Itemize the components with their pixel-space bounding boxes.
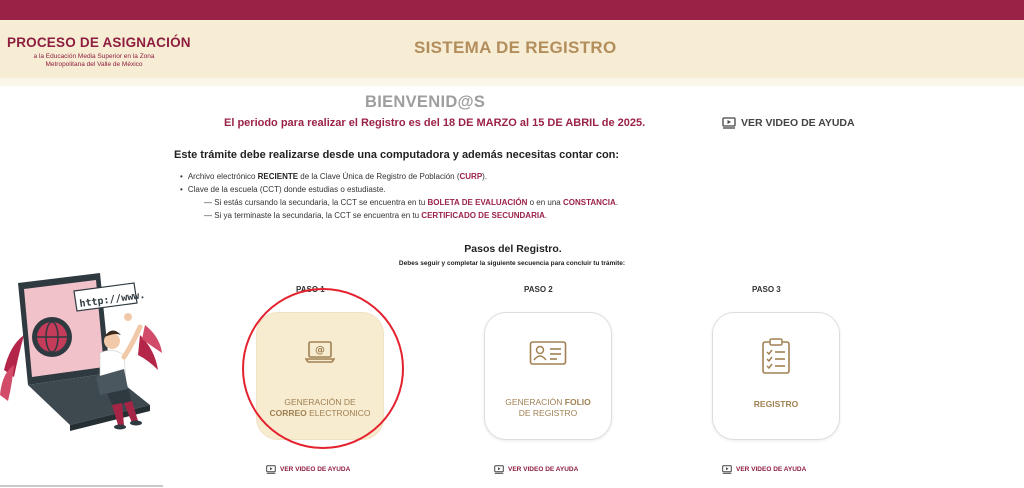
step-1-text: GENERACIÓN DE CORREO ELECTRONICO [269,397,371,418]
step-3-label: PASO 3 [752,285,781,294]
video-play-icon [494,465,504,474]
svg-text:@: @ [315,345,325,356]
video-play-icon [722,465,732,474]
requirements-notice: Este trámite debe realizarse desde una c… [174,149,620,161]
laptop-person-illustration: http://www. [0,273,162,431]
video-play-icon [266,465,276,474]
step-3-text: REGISTRO [753,399,799,409]
illustration-baseline [0,485,163,487]
help-video-link[interactable]: VER VIDEO DE AYUDA [722,117,855,129]
step-3-help-link[interactable]: VER VIDEO DE AYUDA [722,465,806,474]
top-bar [0,0,1024,20]
id-card-icon [529,340,567,370]
header: PROCESO DE ASIGNACIÓN a la Educación Med… [0,20,1024,78]
step-3-card[interactable]: REGISTRO [712,312,840,440]
header-divider [0,78,1024,86]
step-2-help-link[interactable]: VER VIDEO DE AYUDA [494,465,578,474]
requirement-cct-current: — Si estás cursando la secundaria, la CC… [204,198,618,207]
step-2-text: GENERACIÓN FOLIO DE REGISTRO [505,397,591,418]
system-title: SISTEMA DE REGISTRO [414,38,617,57]
clipboard-checklist-icon [761,337,791,379]
step-3-help-label: VER VIDEO DE AYUDA [736,466,807,473]
logo-title: PROCESO DE ASIGNACIÓN [7,35,191,50]
help-video-label: VER VIDEO DE AYUDA [741,117,855,129]
step-1-help-label: VER VIDEO DE AYUDA [280,466,351,473]
logo-subtitle-2: Metropolitana del Valle de México [45,61,143,68]
step-2-card[interactable]: GENERACIÓN FOLIO DE REGISTRO [484,312,612,440]
registration-period: El periodo para realizar el Registro es … [224,117,646,129]
requirement-curp: Archivo electrónico RECIENTE de la Clave… [180,172,487,181]
welcome-heading: BIENVENID@S [365,93,486,111]
requirement-cct-finished: — Si ya terminaste la secundaria, la CCT… [204,211,548,220]
logo-subtitle-1: a la Educación Media Superior en la Zona [33,53,155,60]
steps-title: Pasos del Registro. [464,243,562,255]
step-1-help-link[interactable]: VER VIDEO DE AYUDA [266,465,350,474]
step-2-help-label: VER VIDEO DE AYUDA [508,466,579,473]
step-1-card[interactable]: @ GENERACIÓN DE CORREO ELECTRONICO [256,312,384,440]
step-2-label: PASO 2 [524,285,553,294]
laptop-email-icon: @ [304,340,336,368]
video-play-icon [722,117,736,129]
step-1-label: PASO 1 [296,285,325,294]
requirement-cct: Clave de la escuela (CCT) donde estudias… [180,185,386,194]
